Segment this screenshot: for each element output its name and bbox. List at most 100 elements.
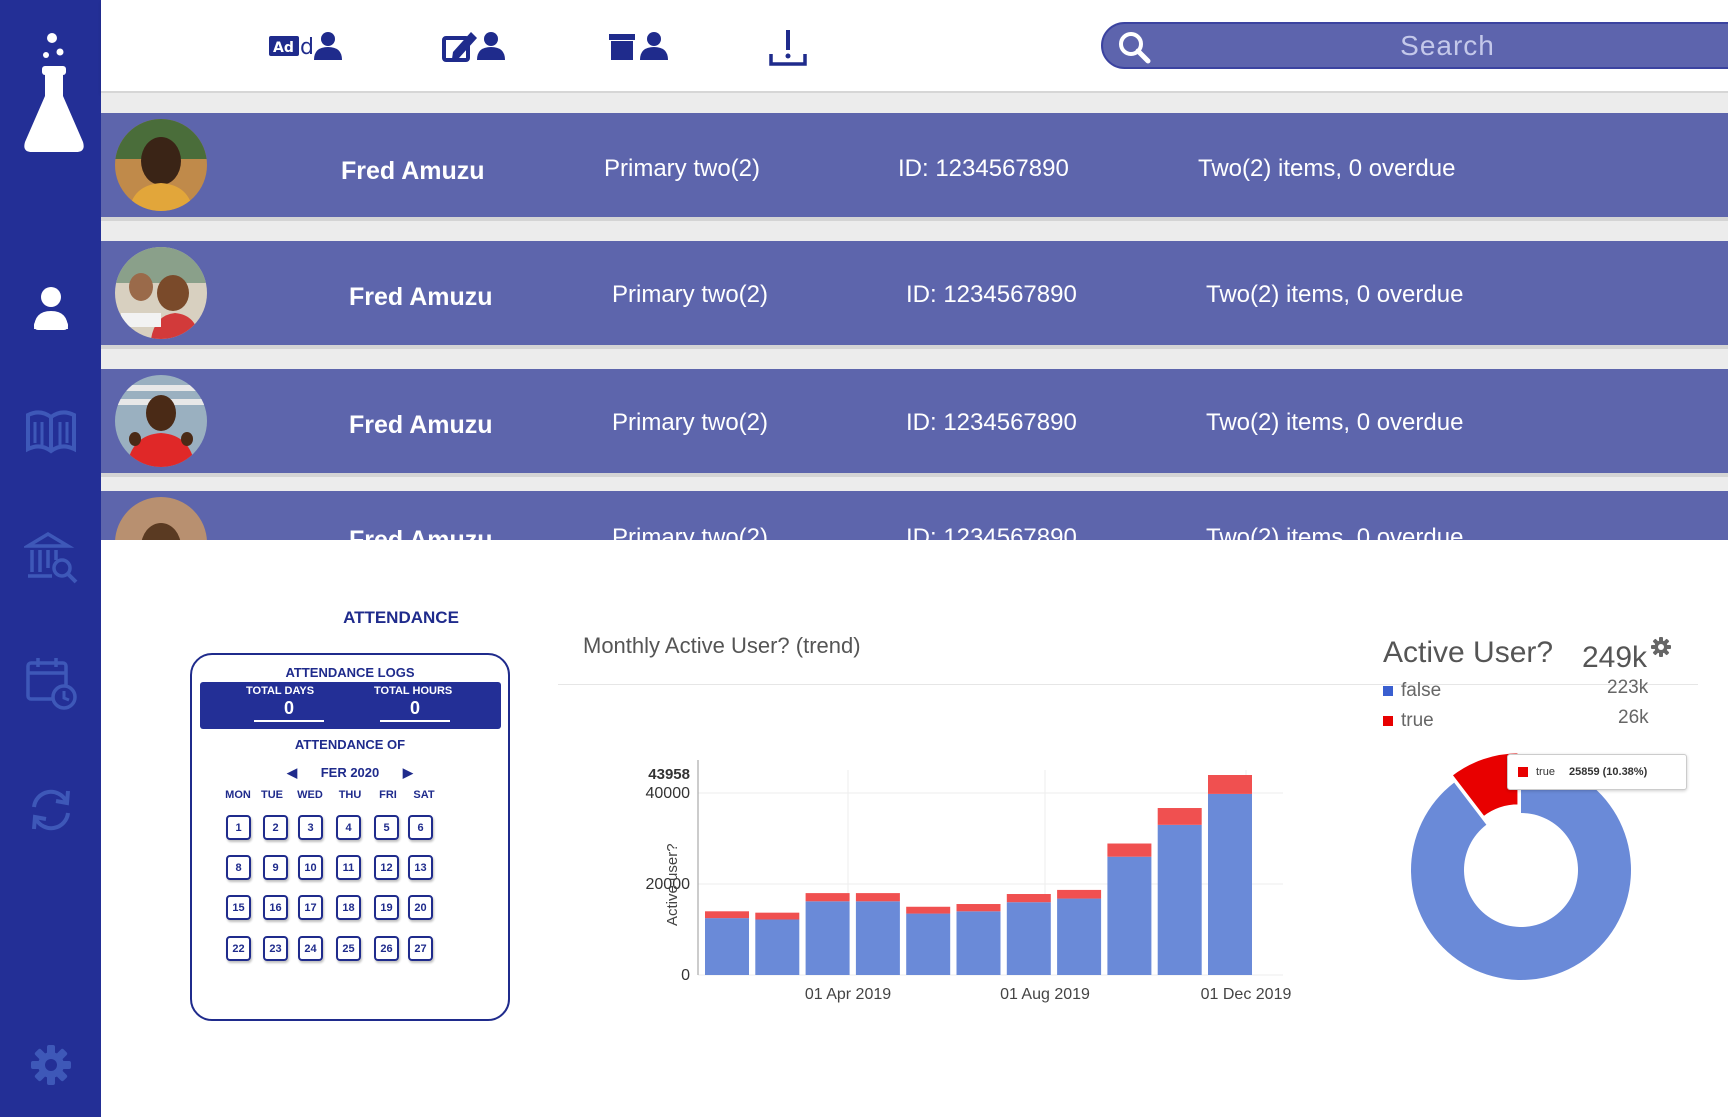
avatar (115, 247, 207, 339)
search-bar[interactable]: Search (1101, 22, 1728, 69)
table-row[interactable]: Fred Amuzu Primary two(2) ID: 1234567890… (101, 113, 1728, 221)
student-id: ID: 1234567890 (906, 524, 1077, 540)
legend-swatch (1383, 716, 1393, 726)
avatar (115, 119, 207, 211)
calendar-day[interactable]: 17 (298, 895, 323, 920)
bar-true (1057, 889, 1102, 899)
student-items: Two(2) items, 0 overdue (1206, 281, 1464, 308)
attendance-logs-title: ATTENDANCE LOGS (285, 665, 415, 680)
tooltip-value: 25859 (10.38%) (1568, 766, 1648, 778)
calendar-day[interactable]: 8 (226, 855, 251, 880)
attendance-of-label: ATTENDANCE OF (294, 737, 406, 752)
chart-settings-icon[interactable] (1650, 636, 1672, 662)
calendar-day[interactable]: 12 (374, 855, 399, 880)
search-input[interactable]: Search (1103, 30, 1728, 62)
calendar-day[interactable]: 22 (226, 936, 251, 961)
student-items: Two(2) items, 0 overdue (1198, 155, 1456, 182)
bar-false (755, 919, 800, 975)
student-name: Fred Amuzu (349, 526, 493, 540)
student-name: Fred Amuzu (349, 411, 493, 439)
calendar-day[interactable]: 13 (408, 855, 433, 880)
weekday-label: FRI (379, 789, 397, 801)
legend-swatch (1383, 686, 1393, 696)
y-max-label: 43958 (648, 766, 690, 783)
bar-false (1157, 824, 1202, 975)
library-search-icon[interactable] (0, 530, 101, 586)
chart-title: Monthly Active User? (trend) (583, 633, 861, 658)
bar-true (1157, 808, 1202, 825)
student-list[interactable]: Fred Amuzu Primary two(2) ID: 1234567890… (101, 93, 1728, 540)
calendar-clock-icon[interactable] (0, 655, 101, 711)
bar-false (956, 911, 1001, 975)
total-days-value: 0 (254, 696, 324, 722)
calendar-day[interactable]: 24 (298, 936, 323, 961)
calendar-day[interactable]: 1 (226, 815, 251, 840)
table-row[interactable]: Fred Amuzu Primary two(2) ID: 1234567890… (101, 369, 1728, 477)
tooltip-swatch (1518, 767, 1528, 777)
y-tick-label: 0 (681, 967, 690, 984)
calendar-day[interactable]: 10 (298, 855, 323, 880)
bar-true (1006, 894, 1051, 903)
calendar-day[interactable]: 27 (408, 936, 433, 961)
bar-true (705, 911, 749, 919)
bar-chart[interactable]: 0200004000043958Active user?01 Apr 2019 0… (558, 690, 1318, 1010)
calendar-day[interactable]: 20 (408, 895, 433, 920)
archive-user-icon[interactable] (606, 28, 676, 72)
weekday-label: SAT (413, 789, 435, 801)
prev-month-icon[interactable]: ◀ (287, 765, 297, 780)
settings-gear-icon[interactable] (0, 1043, 101, 1087)
calendar-day[interactable]: 4 (336, 815, 361, 840)
download-icon[interactable] (768, 28, 808, 72)
pie-title: Active User? (1383, 636, 1554, 669)
bar-true (805, 893, 850, 902)
calendar-day[interactable]: 16 (263, 895, 288, 920)
flask-logo-icon[interactable] (0, 30, 101, 155)
sync-icon[interactable] (0, 785, 101, 835)
weekday-label: TUE (261, 789, 283, 801)
bar-false (855, 901, 900, 975)
attendance-card: ATTENDANCE LOGS TOTAL DAYS 0 TOTAL HOURS… (190, 653, 510, 1021)
y-tick-label: 40000 (646, 785, 691, 802)
donut-slice-false[interactable] (1411, 760, 1631, 980)
calendar-day[interactable]: 26 (374, 936, 399, 961)
student-name: Fred Amuzu (341, 157, 485, 185)
month-navigator: ◀ FER 2020 ▶ (192, 765, 508, 781)
bar-true (906, 906, 951, 914)
legend-value-true: 26k (1618, 707, 1649, 728)
weekday-label: THU (338, 789, 362, 801)
calendar-day[interactable]: 6 (408, 815, 433, 840)
bar-false (705, 918, 749, 975)
sidebar (0, 0, 101, 1117)
attendance-title: ATTENDANCE (343, 608, 459, 627)
x-tick-label: 01 Apr 2019 (805, 986, 891, 1003)
calendar-day[interactable]: 25 (336, 936, 361, 961)
chart-divider (558, 684, 1698, 685)
calendar-day[interactable]: 11 (336, 855, 361, 880)
table-row[interactable]: Fred Amuzu Primary two(2) ID: 1234567890… (101, 241, 1728, 349)
student-class: Primary two(2) (612, 281, 769, 308)
attendance-totals: TOTAL DAYS 0 TOTAL HOURS 0 (200, 682, 501, 729)
add-user-icon[interactable]: Ad d (267, 28, 347, 72)
next-month-icon[interactable]: ▶ (403, 765, 413, 780)
legend-item-false[interactable]: false (1383, 680, 1441, 702)
table-row[interactable]: Fred Amuzu Primary two(2) ID: 1234567890… (101, 491, 1728, 540)
calendar-day[interactable]: 15 (226, 895, 251, 920)
calendar-day[interactable]: 19 (374, 895, 399, 920)
dashboard-bottom: ATTENDANCE ATTENDANCE LOGS TOTAL DAYS 0 … (101, 540, 1728, 1117)
student-name: Fred Amuzu (349, 283, 493, 311)
bar-false (906, 913, 951, 975)
calendar-day[interactable]: 5 (374, 815, 399, 840)
calendar-day[interactable]: 18 (336, 895, 361, 920)
user-icon[interactable] (0, 285, 101, 331)
calendar-day[interactable]: 9 (263, 855, 288, 880)
edit-user-icon[interactable] (441, 28, 511, 72)
student-class: Primary two(2) (612, 409, 769, 436)
calendar-day[interactable]: 2 (263, 815, 288, 840)
book-icon[interactable] (0, 405, 101, 459)
calendar-day[interactable]: 23 (263, 936, 288, 961)
total-hours-value: 0 (380, 696, 450, 722)
legend-item-true[interactable]: true (1383, 710, 1434, 732)
bar-true (1208, 775, 1252, 794)
student-items: Two(2) items, 0 overdue (1206, 524, 1464, 540)
calendar-day[interactable]: 3 (298, 815, 323, 840)
